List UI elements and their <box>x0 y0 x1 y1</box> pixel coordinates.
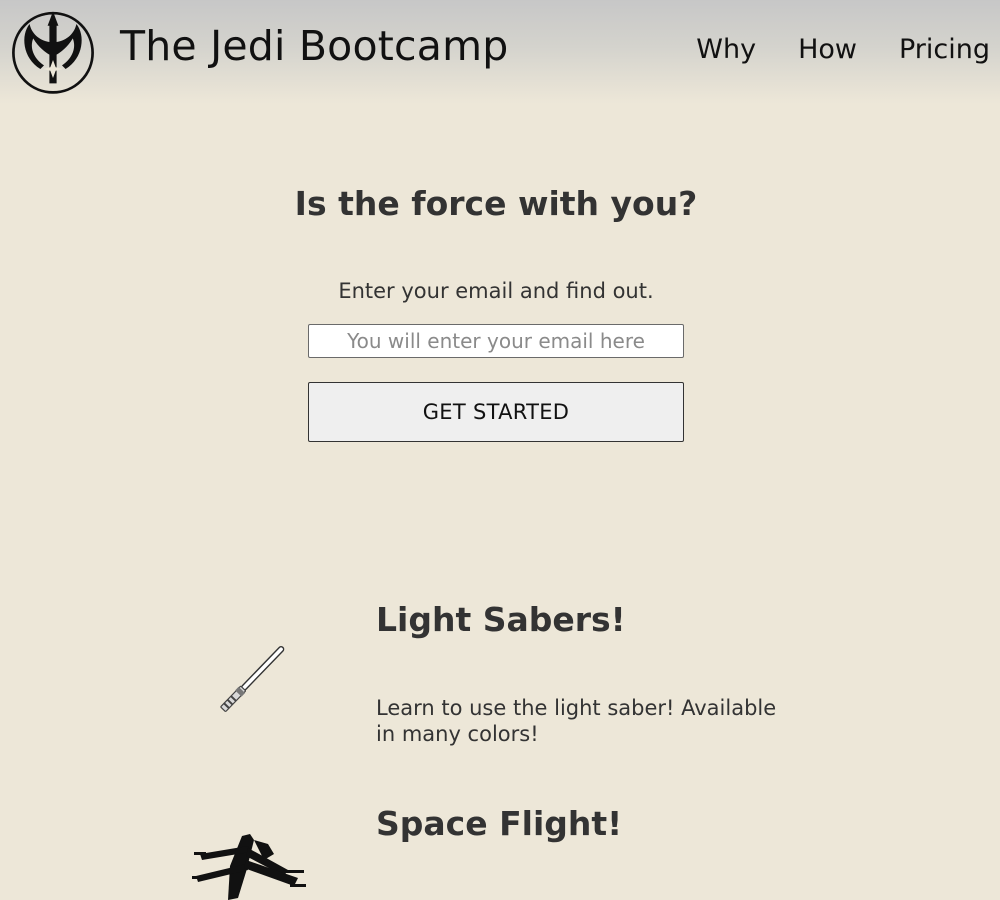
main-nav: Why How Pricing <box>654 34 990 65</box>
x-wing-icon <box>192 834 306 900</box>
hero-subtitle: Enter your email and find out. <box>338 279 654 303</box>
feature-title-space-flight: Space Flight! <box>376 804 623 843</box>
nav-link-why[interactable]: Why <box>696 34 756 65</box>
get-started-button[interactable]: GET STARTED <box>308 382 684 442</box>
feature-title-light-sabers: Light Sabers! <box>376 600 626 639</box>
nav-link-how[interactable]: How <box>798 34 857 65</box>
feature-description-light-sabers: Learn to use the light saber! Available … <box>376 696 777 746</box>
site-title[interactable]: The Jedi Bootcamp <box>120 22 508 70</box>
site-header: The Jedi Bootcamp Why How Pricing <box>0 0 1000 104</box>
page: The Jedi Bootcamp Why How Pricing Is the… <box>0 0 1000 900</box>
nav-link-pricing[interactable]: Pricing <box>899 34 990 65</box>
jedi-order-icon[interactable] <box>8 6 98 96</box>
email-input[interactable] <box>308 324 684 358</box>
hero-title: Is the force with you? <box>294 184 698 223</box>
lightsaber-icon <box>220 646 285 712</box>
